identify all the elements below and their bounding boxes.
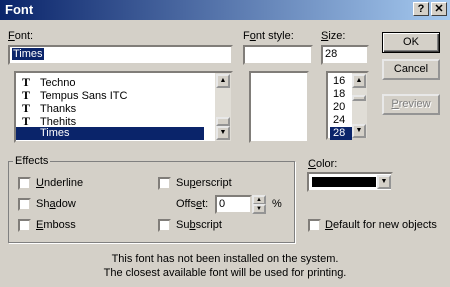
cancel-button[interactable]: Cancel xyxy=(382,59,440,80)
down-arrow-icon[interactable]: ▼ xyxy=(216,126,230,140)
size-value: 28 xyxy=(325,48,338,60)
ok-button[interactable]: OK xyxy=(382,32,440,53)
subscript-checkbox[interactable] xyxy=(158,219,171,232)
font-item-label: Times xyxy=(40,127,70,139)
font-style-list[interactable] xyxy=(249,71,309,143)
chevron-down-icon[interactable]: ▼ xyxy=(377,175,391,189)
size-item-selected[interactable]: 28 xyxy=(330,127,352,140)
default-checkbox[interactable] xyxy=(308,219,321,232)
font-item-tempus[interactable]: T Tempus Sans ITC xyxy=(16,88,204,102)
default-label: Default for new objects xyxy=(325,219,437,231)
close-button[interactable]: ✕ xyxy=(431,2,447,16)
effects-label: Effects xyxy=(13,155,51,167)
font-style-label: Font style: xyxy=(243,30,294,42)
percent-label: % xyxy=(272,198,282,210)
window-title: Font xyxy=(5,2,34,17)
subscript-label: Subscript xyxy=(176,219,222,231)
size-label: Size: xyxy=(321,30,346,42)
offset-input[interactable]: 0 xyxy=(215,195,252,214)
emboss-checkbox[interactable] xyxy=(18,219,31,232)
color-swatch xyxy=(312,177,376,187)
message-line2: The closest available font will be used … xyxy=(103,267,347,279)
font-list-scrollbar[interactable]: ▲ ▼ xyxy=(215,73,231,141)
font-item-techno[interactable]: T Techno xyxy=(16,75,204,89)
font-item-thanks[interactable]: T Thanks xyxy=(16,101,204,115)
font-list[interactable]: T Techno T Tempus Sans ITC T Thanks T Thehit… xyxy=(14,71,233,143)
down-arrow-icon[interactable]: ▼ xyxy=(352,124,366,138)
offset-spinner[interactable]: ▲ ▼ xyxy=(252,195,266,214)
spin-down-icon[interactable]: ▼ xyxy=(252,204,266,214)
superscript-checkbox[interactable] xyxy=(158,177,171,190)
underline-label: Underline xyxy=(36,177,84,189)
shadow-label: Shadow xyxy=(36,198,76,210)
underline-checkbox[interactable] xyxy=(18,177,31,190)
offset-label: Offset: xyxy=(176,198,209,210)
size-list-scrollbar[interactable]: ▲ ▼ xyxy=(352,73,367,138)
font-item-thehits[interactable]: T Thehits xyxy=(16,114,204,128)
up-arrow-icon[interactable]: ▲ xyxy=(352,74,366,88)
help-button[interactable]: ? xyxy=(413,2,429,16)
font-item-times[interactable]: Times xyxy=(16,127,204,140)
superscript-label: Superscript xyxy=(176,177,232,189)
font-style-input[interactable] xyxy=(243,45,313,65)
size-input[interactable]: 28 xyxy=(321,45,369,65)
font-label: Font: xyxy=(8,30,34,42)
font-name-input[interactable]: Times xyxy=(8,45,233,65)
emboss-label: Emboss xyxy=(36,219,76,231)
font-name-value: Times xyxy=(12,48,44,60)
message-line1: This font has not been installed on the … xyxy=(111,253,339,265)
color-label: Color: xyxy=(308,158,338,170)
scroll-thumb[interactable] xyxy=(352,95,366,101)
preview-button[interactable]: Preview xyxy=(382,94,440,115)
color-dropdown[interactable]: ▼ xyxy=(307,172,393,192)
shadow-checkbox[interactable] xyxy=(18,198,31,211)
scroll-thumb[interactable] xyxy=(216,117,230,126)
up-arrow-icon[interactable]: ▲ xyxy=(216,74,230,88)
size-list[interactable]: 16 18 20 24 28 ▲ ▼ xyxy=(326,71,369,140)
title-bar: Font ? ✕ xyxy=(0,0,450,20)
offset-value: 0 xyxy=(219,198,226,210)
